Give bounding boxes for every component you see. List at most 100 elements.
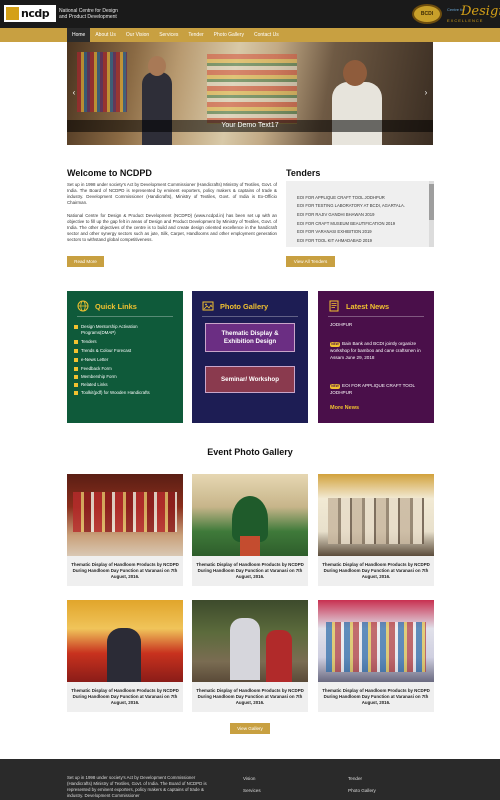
gallery-photo [192,600,308,682]
bcdi-emblem[interactable]: BCDI [412,4,442,24]
bullet-icon [74,366,78,371]
latest-news-title: Latest News [346,302,390,311]
gallery-card[interactable]: Thematic Display of Handloom Products by… [318,600,434,712]
news-item[interactable]: NEW EOI FOR APPLIQUE CRAFT TOOL JODHPUR [330,382,426,396]
quick-link-label: Related Links [81,382,108,387]
nav-list: Home About Us Our Vision Services Tender… [67,28,284,42]
welcome-para-1: Set up in 1998 under society's Act by De… [67,182,277,205]
news-item[interactable]: NEW Bain Bank and BCDI jointly organize w… [330,340,426,361]
quick-link-label: Feedback Form [81,366,112,371]
quick-link-item[interactable]: Tenders [74,339,171,345]
gallery-photo [192,474,308,556]
tenders-scrollbar[interactable] [429,181,434,247]
gallery-photo [318,600,434,682]
news-icon [328,300,340,312]
quick-link-item[interactable]: Toolkit(pdf) for Wooden Handicrafts [74,390,171,396]
panel-divider [202,316,298,317]
tender-item[interactable]: EOI FOR CRAFT MUSEUM BEAUTIFICATION 2019 [297,221,395,226]
tender-item[interactable]: EOI FOR APPLIQUE CRAFT TOOL JODHPUR [297,195,385,200]
gallery-card[interactable]: Thematic Display of Handloom Products by… [318,474,434,586]
news-ticker[interactable]: JODHPUR NEW Bain Bank and BCDI jointly or… [330,319,426,401]
slide-person-left [142,72,172,145]
slide-cloth [207,54,297,124]
welcome-title: Welcome to NCDPD [67,168,152,178]
quick-links-panel: Quick Links Design Mentorship Activation… [67,291,183,423]
bullet-icon [74,382,78,387]
design-excellence-logo[interactable]: Centre for Design EXCELLENCE [447,4,500,24]
emblem-text: BCDI [420,11,434,17]
footer-link-services[interactable]: Services [243,788,261,793]
more-news-link[interactable]: More News [330,405,359,411]
gallery-card[interactable]: Thematic Display of Handloom Products by… [67,600,183,712]
tender-item[interactable]: EOI FOR VARANASI EXHIBITION 2019 [297,229,372,234]
thematic-display-button[interactable]: Thematic Display & Exhibition Design [205,323,295,352]
nav-services[interactable]: Services [154,28,183,42]
tender-item[interactable]: EOI FOR TOOL KIT AHMADABAD 2019 [297,238,372,243]
tenders-list[interactable]: EOI FOR APPLIQUE CRAFT TOOL JODHPUR EOI … [286,181,434,247]
slide-person-left-head [148,56,166,76]
org-name: National Centre for Design and Product D… [59,8,129,20]
event-gallery-title: Event Photo Gallery [207,447,293,457]
photo-gallery-panel: Photo Gallery Thematic Display & Exhibit… [192,291,308,423]
quick-link-item[interactable]: e-News Letter [74,357,171,363]
bullet-icon [74,339,78,344]
nav-our-vision[interactable]: Our Vision [121,28,154,42]
nav-about-us[interactable]: About Us [90,28,121,42]
slider-caption: Your Demo Text17 [67,120,433,132]
news-text: EOI FOR APPLIQUE CRAFT TOOL JODHPUR [330,383,415,395]
globe-icon [77,300,89,312]
tender-item[interactable]: EOI FOR TESTING LABORATORY AT BCDI, AGAR… [297,203,405,208]
brand-under-text: EXCELLENCE [447,18,484,23]
gallery-caption: Thematic Display of Handloom Products by… [322,688,430,705]
quick-link-item[interactable]: Trends & Colour Forecast [74,348,171,354]
logo-square-icon [6,7,19,20]
logo-mark: ncdp [4,5,56,22]
main-nav: Home About Us Our Vision Services Tender… [0,28,500,42]
logo-wordmark: ncdp [21,7,50,20]
tenders-scroll-thumb[interactable] [429,184,434,220]
quick-link-label: Membership Form [81,374,117,379]
view-all-tenders-button[interactable]: View All Tenders [286,256,335,267]
quick-link-item[interactable]: Feedback Form [74,366,171,372]
new-badge: NEW [330,342,340,347]
footer-link-vision[interactable]: Vision [243,776,255,781]
quick-link-label: e-News Letter [81,357,109,362]
slider-prev-icon[interactable]: ‹ [69,86,79,100]
news-item[interactable]: JODHPUR [330,321,426,328]
slide-textiles [77,52,127,112]
tenders-title: Tenders [286,168,321,178]
nav-contact-us[interactable]: Contact Us [249,28,284,42]
footer-link-photo-gallery[interactable]: Photo Gallery [348,788,376,793]
welcome-para-2: National Centre for Design & Product Dev… [67,213,277,242]
gallery-caption: Thematic Display of Handloom Products by… [322,562,430,579]
hero-slider[interactable]: ‹ › Your Demo Text17 [67,42,433,145]
ncdpd-logo[interactable]: ncdp National Centre for Design and Prod… [4,5,129,22]
quick-link-item[interactable]: Related Links [74,382,171,388]
footer-about: Set up in 1998 under society's Act by De… [67,775,207,798]
slide-person-right-head [343,60,367,86]
quick-link-item[interactable]: Design Mentorship Activation Programs(DM… [74,324,171,335]
gallery-photo [318,474,434,556]
slider-next-icon[interactable]: › [421,86,431,100]
bullet-icon [74,390,78,395]
new-badge: NEW [330,384,340,389]
nav-tender[interactable]: Tender [183,28,208,42]
seminar-workshop-button[interactable]: Seminar/ Workshop [205,366,295,393]
gallery-card[interactable]: Thematic Display of Handloom Products by… [67,474,183,586]
nav-photo-gallery[interactable]: Photo Gallery [209,28,249,42]
brand-big-text: Design [461,4,500,19]
quick-link-label: Toolkit(pdf) for Wooden Handicrafts [81,390,150,395]
gallery-card[interactable]: Thematic Display of Handloom Products by… [192,600,308,712]
latest-news-panel: Latest News JODHPUR NEW Bain Bank and BCD… [318,291,434,423]
gallery-caption: Thematic Display of Handloom Products by… [71,562,179,579]
nav-home[interactable]: Home [67,28,91,42]
read-more-button[interactable]: Read More [67,256,104,267]
view-gallery-button[interactable]: View Gallery [230,723,270,734]
quick-link-item[interactable]: Membership Form [74,374,171,380]
footer-link-tender[interactable]: Tender [348,776,362,781]
tender-item[interactable]: EOI FOR RAJIV GANDHI BHAWAN 2019 [297,212,374,217]
bullet-icon [74,357,78,362]
org-name-line2: and Product Development [59,13,117,20]
gallery-card[interactable]: Thematic Display of Handloom Products by… [192,474,308,586]
quick-link-label: Tenders [81,339,97,344]
